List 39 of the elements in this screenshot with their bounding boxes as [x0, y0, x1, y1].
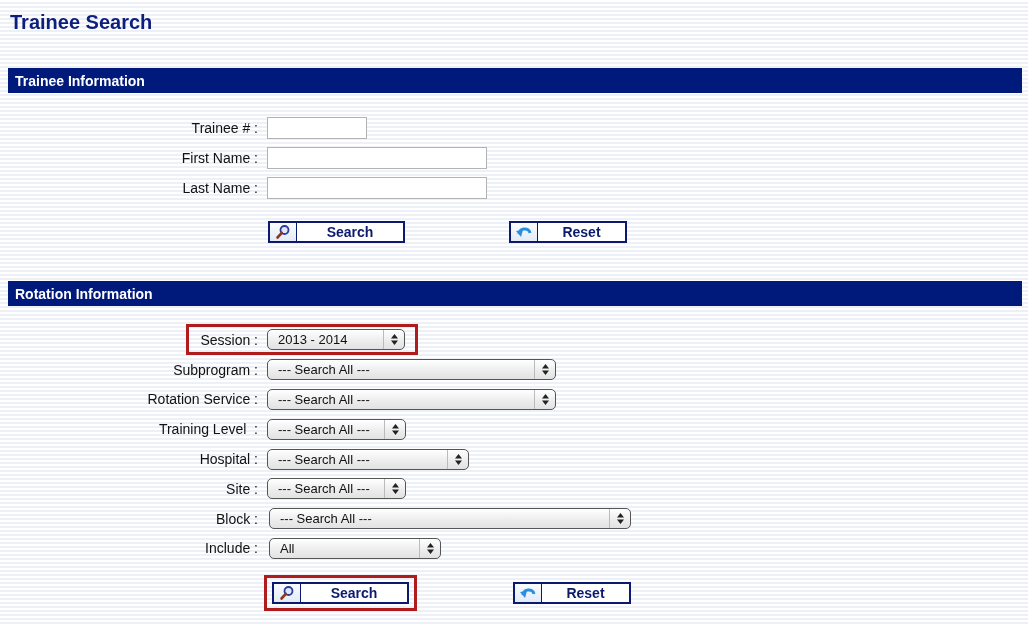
dropdown[interactable]: --- Search All ---	[267, 418, 406, 440]
search-button[interactable]: Search	[272, 582, 409, 605]
reset-button[interactable]: Reset	[509, 221, 627, 243]
field-label: Hospital :	[198, 451, 258, 468]
updown-arrows-icon	[454, 453, 462, 465]
updown-arrows-icon	[541, 364, 549, 376]
field-label: Last Name :	[181, 180, 258, 196]
updown-arrows-icon	[390, 334, 398, 346]
field-label: Session :	[199, 331, 258, 348]
dropdown[interactable]: --- Search All ---	[267, 478, 406, 500]
updown-arrows-icon	[391, 423, 399, 435]
dropdown[interactable]: All	[269, 537, 441, 559]
reset-button[interactable]: Reset	[513, 582, 631, 605]
dropdown[interactable]: --- Search All ---	[269, 508, 631, 530]
field-label: Include :	[204, 540, 258, 557]
dropdown[interactable]: --- Search All ---	[267, 448, 469, 470]
field-label: First Name :	[180, 150, 258, 166]
text-field[interactable]	[267, 147, 487, 169]
dropdown[interactable]: --- Search All ---	[267, 359, 556, 381]
field-label: Rotation Service :	[146, 391, 258, 408]
updown-arrows-icon	[616, 513, 624, 525]
search-icon	[279, 585, 295, 602]
section-header: Rotation Information	[8, 281, 1022, 306]
dropdown[interactable]: 2013 - 2014	[267, 329, 405, 351]
text-field[interactable]	[267, 117, 367, 139]
field-label: Site :	[225, 480, 258, 497]
field-label: Block :	[215, 510, 258, 527]
dropdown[interactable]: --- Search All ---	[267, 389, 556, 410]
section-header: Trainee Information	[8, 68, 1022, 93]
search-button[interactable]: Search	[268, 221, 405, 243]
text-field[interactable]	[267, 177, 487, 199]
updown-arrows-icon	[541, 394, 549, 405]
updown-arrows-icon	[391, 483, 399, 495]
field-label: Training Level :	[157, 421, 258, 438]
field-label: Subprogram :	[172, 361, 258, 378]
page-title: Trainee Search	[10, 10, 154, 34]
updown-arrows-icon	[426, 542, 434, 554]
search-icon	[275, 224, 291, 240]
field-label: Trainee # :	[190, 120, 258, 136]
